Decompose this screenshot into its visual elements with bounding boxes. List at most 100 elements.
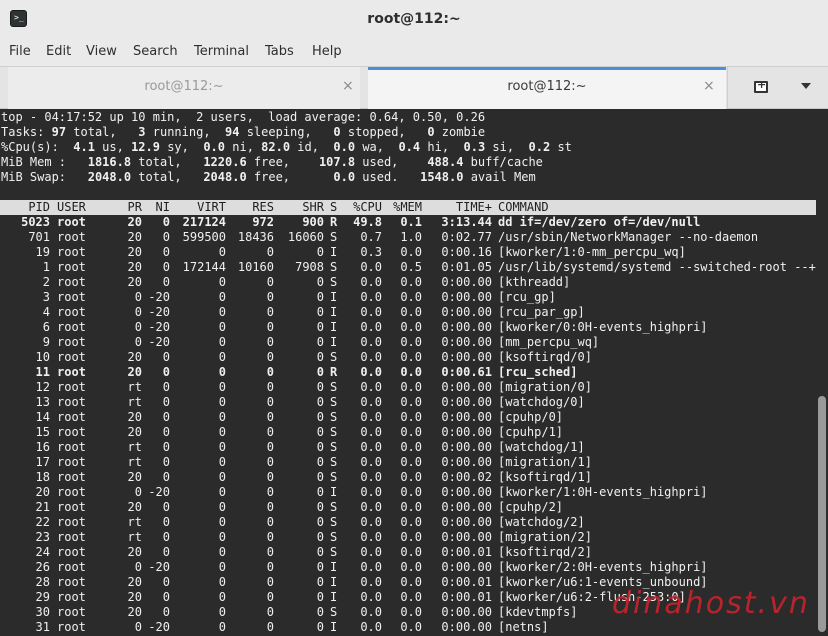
cell-mem: 0.0 <box>400 320 422 334</box>
process-row[interactable]: 17 root rt 0 0 0 0 S 0.0 0.0 0:00.00 [migration/1] <box>0 455 816 470</box>
cell-pid: 31 <box>35 620 50 634</box>
col-command[interactable]: COMMAND <box>498 200 549 215</box>
cell-pr: 20 <box>127 545 142 559</box>
cell-ni: 0 <box>162 530 170 544</box>
menu-search[interactable]: Search <box>133 44 178 59</box>
cell-cmd: [ksoftirqd/1] <box>498 470 592 484</box>
cell-time: 0:00.00 <box>441 410 492 424</box>
cell-ni: 0 <box>162 575 170 589</box>
cell-pr: 0 <box>134 620 142 634</box>
menu-file[interactable]: File <box>9 44 31 59</box>
cell-pid: 16 <box>35 440 50 454</box>
cell-user: root <box>57 335 86 349</box>
process-row[interactable]: 14 root 20 0 0 0 0 S 0.0 0.0 0:00.00 [cpuhp/0] <box>0 410 816 425</box>
tab-1-close-icon[interactable]: × <box>342 78 354 94</box>
cell-s: I <box>330 560 338 574</box>
cell-pid: 15 <box>35 425 50 439</box>
cell-time: 0:00.16 <box>441 245 492 259</box>
process-row[interactable]: 4 root 0 -20 0 0 0 I 0.0 0.0 0:00.00 [rcu_par_gp] <box>0 305 816 320</box>
process-row[interactable]: 21 root 20 0 0 0 0 S 0.0 0.0 0:00.00 [cpuhp/2] <box>0 500 816 515</box>
col-time[interactable]: TIME+ <box>422 200 492 215</box>
process-row[interactable]: 701 root 20 0 599500 18436 16060 S 0.7 1.0 0:02.77… <box>0 230 816 245</box>
process-row[interactable]: 12 root rt 0 0 0 0 S 0.0 0.0 0:00.00 [migration/0] <box>0 380 816 395</box>
process-row[interactable]: 2 root 20 0 0 0 0 S 0.0 0.0 0:00.00 [kthreadd] <box>0 275 816 290</box>
tab-2[interactable]: root@112:~ × <box>368 67 726 109</box>
cell-pr: 20 <box>127 410 142 424</box>
col-res[interactable]: RES <box>226 200 274 215</box>
col-user[interactable]: USER <box>57 200 86 215</box>
cell-ni: -20 <box>148 620 170 634</box>
process-row[interactable]: 9 root 0 -20 0 0 0 I 0.0 0.0 0:00.00 [mm_percpu_wq] <box>0 335 816 350</box>
summary-tasks: Tasks: 97 total, 3 running, 94 sleeping,… <box>1 125 486 139</box>
cell-pid: 14 <box>35 410 50 424</box>
col-cpu[interactable]: %CPU <box>340 200 382 215</box>
cell-res: 0 <box>266 545 274 559</box>
process-row[interactable]: 18 root 20 0 0 0 0 S 0.0 0.0 0:00.02 [ksoftirqd/1] <box>0 470 816 485</box>
col-pr[interactable]: PR <box>110 200 142 215</box>
cell-mem: 0.0 <box>400 620 422 634</box>
cell-time: 0:00.00 <box>441 305 492 319</box>
watermark-logo: dinahost.vn <box>612 586 810 621</box>
process-row[interactable]: 16 root rt 0 0 0 0 S 0.0 0.0 0:00.00 [watchdog/1] <box>0 440 816 455</box>
cell-virt: 0 <box>218 380 226 394</box>
cell-mem: 1.0 <box>400 230 422 244</box>
process-row[interactable]: 24 root 20 0 0 0 0 S 0.0 0.0 0:00.01 [ksoftirqd/2] <box>0 545 816 560</box>
process-row[interactable]: 19 root 20 0 0 0 0 I 0.3 0.0 0:00.16 [kworker/1:0-m… <box>0 245 816 260</box>
process-row[interactable]: 31 root 0 -20 0 0 0 I 0.0 0.0 0:00.00 [netns] <box>0 620 816 635</box>
process-row[interactable]: 5023 root 20 0 217124 972 900 R 49.8 0.1 3:13.44 dd… <box>0 215 816 230</box>
cell-mem: 0.0 <box>400 515 422 529</box>
col-virt[interactable]: VIRT <box>170 200 226 215</box>
cell-s: S <box>330 530 338 544</box>
cell-mem: 0.0 <box>400 605 422 619</box>
new-tab-icon[interactable]: + <box>754 78 768 93</box>
menu-tabs[interactable]: Tabs <box>265 44 294 59</box>
process-row[interactable]: 15 root 20 0 0 0 0 S 0.0 0.0 0:00.00 [cpuhp/1] <box>0 425 816 440</box>
process-row[interactable]: 13 root rt 0 0 0 0 S 0.0 0.0 0:00.00 [watchdog/0] <box>0 395 816 410</box>
cell-cpu: 49.8 <box>353 215 382 229</box>
cell-shr: 0 <box>316 485 324 499</box>
cell-user: root <box>57 320 86 334</box>
tab-1[interactable]: root@112:~ × <box>8 67 360 109</box>
cell-s: S <box>330 500 338 514</box>
terminal-view[interactable]: top - 04:17:52 up 10 min, 2 users, load … <box>0 109 816 636</box>
cell-s: S <box>330 425 338 439</box>
process-row[interactable]: 1 root 20 0 172144 10160 7908 S 0.0 0.5 0:01.05/us… <box>0 260 816 275</box>
process-row[interactable]: 26 root 0 -20 0 0 0 I 0.0 0.0 0:00.00 [kworker/2:0H… <box>0 560 816 575</box>
cell-time: 0:00.61 <box>441 365 492 379</box>
cell-cmd: dd if=/dev/zero of=/dev/null <box>498 215 701 229</box>
col-pid[interactable]: PID <box>0 200 50 215</box>
cell-user: root <box>57 500 86 514</box>
cell-pid: 24 <box>35 545 50 559</box>
menu-view[interactable]: View <box>86 44 117 59</box>
chevron-down-icon[interactable] <box>801 83 811 89</box>
summary-swap: MiB Swap: 2048.0 total, 2048.0 free, 0.0… <box>1 170 536 184</box>
cell-s: I <box>330 320 338 334</box>
col-ni[interactable]: NI <box>145 200 170 215</box>
menu-help[interactable]: Help <box>312 44 342 59</box>
cell-user: root <box>57 290 86 304</box>
menu-edit[interactable]: Edit <box>46 44 71 59</box>
cell-res: 0 <box>266 500 274 514</box>
cell-time: 0:00.01 <box>441 590 492 604</box>
process-row[interactable]: 11 root 20 0 0 0 0 R 0.0 0.0 0:00.61 [rcu_sched] <box>0 365 816 380</box>
cell-s: S <box>330 350 338 364</box>
col-mem[interactable]: %MEM <box>382 200 422 215</box>
process-row[interactable]: 3 root 0 -20 0 0 0 I 0.0 0.0 0:00.00 [rcu_gp] <box>0 290 816 305</box>
cell-s: S <box>330 260 338 274</box>
col-s[interactable]: S <box>330 200 337 215</box>
process-row[interactable]: 6 root 0 -20 0 0 0 I 0.0 0.0 0:00.00 [kworker/0:0H-… <box>0 320 816 335</box>
cell-ni: 0 <box>162 545 170 559</box>
process-row[interactable]: 10 root 20 0 0 0 0 S 0.0 0.0 0:00.00 [ksoftirqd/0] <box>0 350 816 365</box>
cell-user: root <box>57 440 86 454</box>
cell-s: S <box>330 380 338 394</box>
col-shr[interactable]: SHR <box>274 200 324 215</box>
cell-virt: 0 <box>218 485 226 499</box>
scrollbar-thumb[interactable] <box>818 396 826 632</box>
menu-terminal[interactable]: Terminal <box>194 44 249 59</box>
process-row[interactable]: 20 root 0 -20 0 0 0 I 0.0 0.0 0:00.00 [kworker/1:0H… <box>0 485 816 500</box>
cell-pid: 30 <box>35 605 50 619</box>
process-row[interactable]: 23 root rt 0 0 0 0 S 0.0 0.0 0:00.00 [migration/2] <box>0 530 816 545</box>
tab-2-close-icon[interactable]: × <box>703 78 715 94</box>
process-row[interactable]: 22 root rt 0 0 0 0 S 0.0 0.0 0:00.00 [watchdog/2] <box>0 515 816 530</box>
cell-shr: 0 <box>316 395 324 409</box>
